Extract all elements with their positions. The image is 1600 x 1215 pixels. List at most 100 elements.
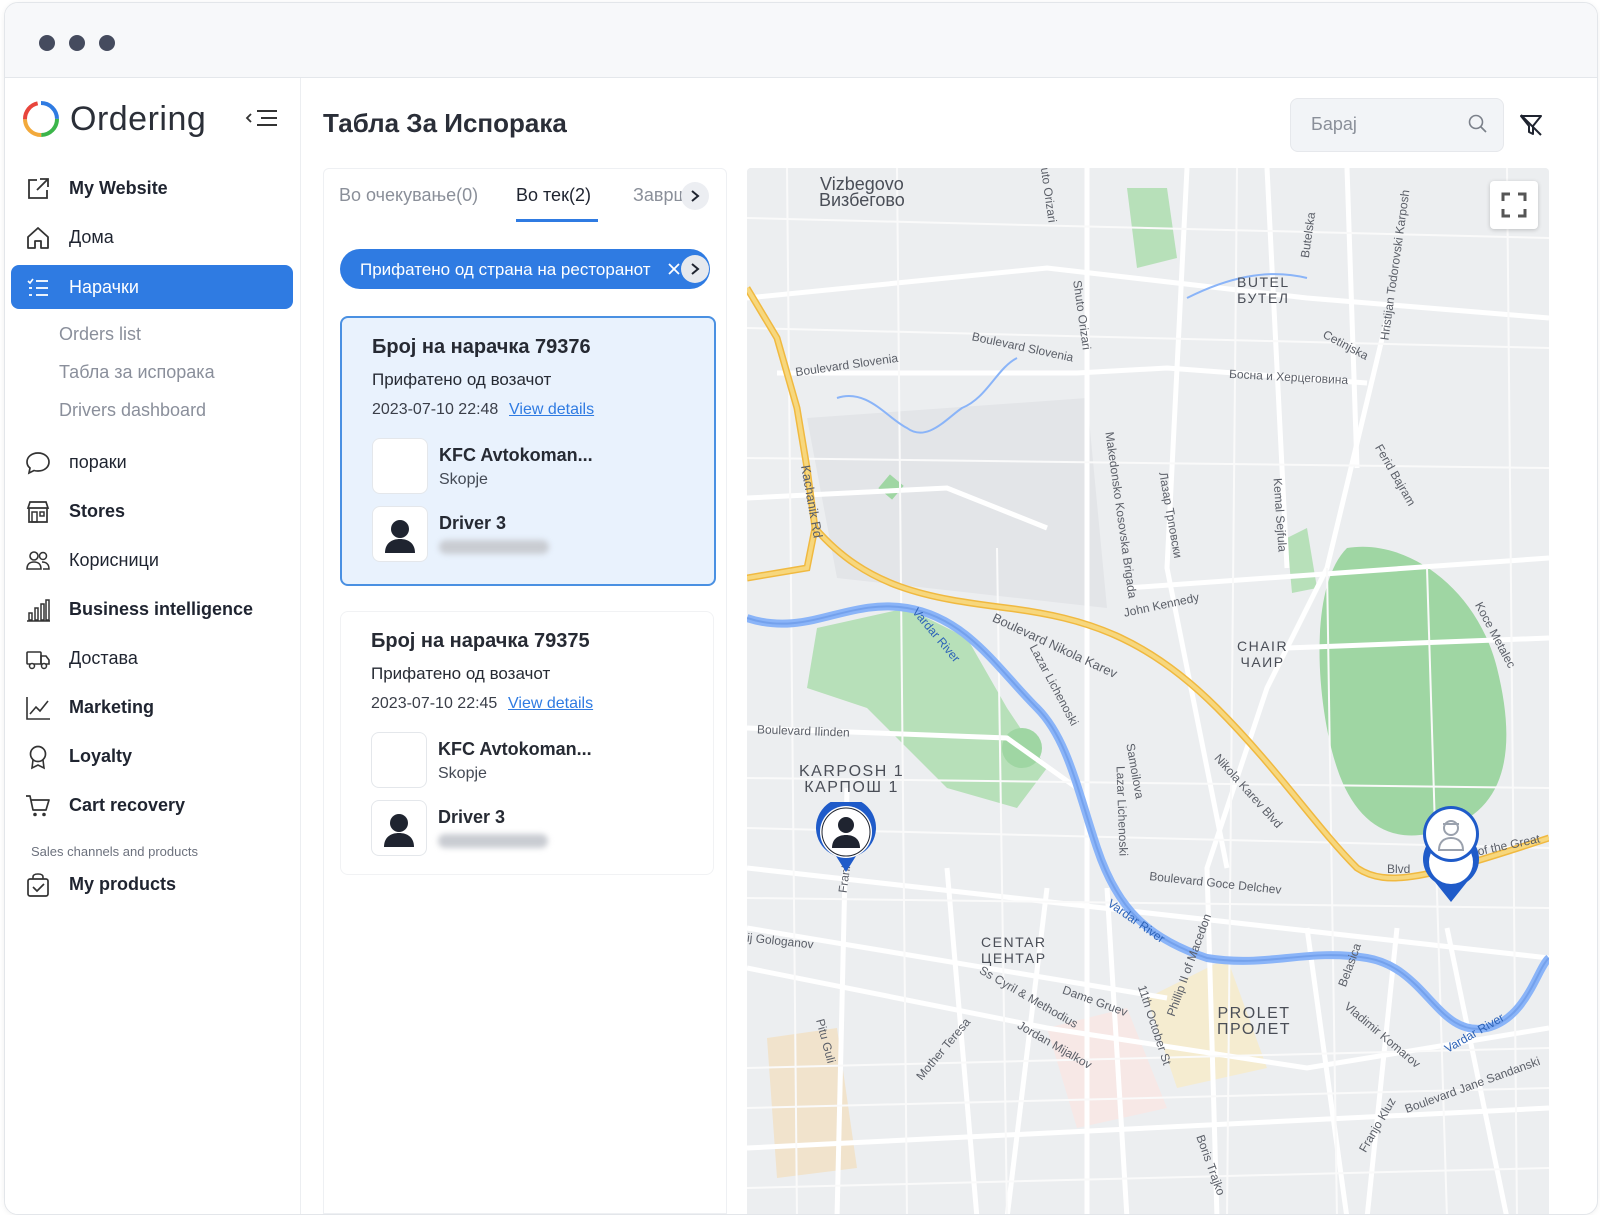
collapse-sidebar-button[interactable] [245, 106, 281, 130]
page-title: Табла За Испорака [323, 108, 567, 138]
store-logo [372, 438, 428, 494]
map-district-label: CENTAR ЦЕНТАР [981, 934, 1047, 966]
driver-name: Driver 3 [439, 513, 507, 533]
filter-chip-label: Прифатено од страна на ресторанот [360, 260, 651, 279]
cart-icon [26, 795, 50, 817]
driver-avatar [371, 800, 427, 856]
driver-avatar [372, 506, 428, 562]
sidebar-item-label: Marketing [69, 696, 155, 717]
store-city: Skopje [439, 471, 488, 488]
bag-check-icon [27, 873, 49, 897]
order-status: Прифатено од возачот [372, 370, 552, 389]
sidebar-item-home[interactable]: Дома [11, 215, 293, 259]
search-box[interactable] [1290, 98, 1504, 152]
map-district-label: CHAIR ЧАИР [1237, 638, 1289, 670]
sidebar-item-my-website[interactable]: My Website [11, 166, 293, 210]
sidebar-item-marketing[interactable]: Marketing [11, 685, 293, 729]
delivery-map[interactable]: Vizbegovo Визбегово BUTEL БУТЕЛ CHAIR ЧАИР … [747, 168, 1549, 1214]
sidebar-item-label: Loyalty [69, 745, 133, 766]
store-name: KFC Avtokoman... [439, 445, 593, 465]
search-input[interactable] [1309, 113, 1463, 136]
view-details-link[interactable]: View details [509, 401, 594, 419]
order-date: 2023-07-10 22:45 [371, 695, 498, 712]
close-icon[interactable] [667, 262, 681, 276]
sidebar: Ordering My Website Дома Нарачки Orders … [5, 78, 301, 1214]
tab-completed[interactable]: Заврш [633, 185, 685, 206]
orders-panel: Во очекување(0) Во тек(2) Заврш Прифатен… [323, 168, 727, 1214]
tab-in-progress[interactable]: Во тек(2) [516, 185, 591, 206]
tab-pending[interactable]: Во очекување(0) [339, 185, 478, 206]
sidebar-item-label: Stores [69, 500, 126, 521]
sidebar-subitem-orders-list[interactable]: Orders list [59, 324, 141, 345]
order-number: Број на нарачка 79375 [371, 630, 590, 652]
chat-bubble-icon [26, 452, 50, 475]
store-logo [371, 732, 427, 788]
sidebar-item-label: Дома [69, 226, 114, 247]
tab-active-indicator [516, 219, 598, 222]
store-city: Skopje [438, 765, 487, 782]
order-date: 2023-07-10 22:48 [372, 401, 499, 418]
map-street-label: Blvd [1387, 862, 1411, 876]
sidebar-item-label: пораки [69, 451, 127, 472]
chevron-right-icon [691, 263, 700, 275]
store-name: KFC Avtokoman... [438, 739, 592, 759]
window-dot-icon[interactable] [39, 35, 55, 51]
ordering-logo-icon [23, 101, 59, 137]
window-dot-icon[interactable] [99, 35, 115, 51]
truck-icon [26, 651, 50, 670]
tabs-scroll-right-button[interactable] [681, 182, 709, 210]
window-dot-icon[interactable] [69, 35, 85, 51]
sidebar-item-delivery[interactable]: Достава [11, 636, 293, 680]
map-fullscreen-button[interactable] [1490, 181, 1538, 229]
clear-filter-button[interactable] [1518, 112, 1544, 143]
sidebar-item-orders[interactable]: Нарачки [11, 265, 293, 309]
map-district-label: Vizbegovo Визбегово [819, 174, 905, 210]
sidebar-subitem-delivery-board[interactable]: Табла за испорака [59, 362, 215, 383]
order-card[interactable]: Број на нарачка 79375 Прифатено од возач… [340, 611, 714, 875]
home-icon [27, 227, 49, 249]
sidebar-item-users[interactable]: Корисници [11, 538, 293, 582]
sidebar-item-label: Cart recovery [69, 794, 186, 815]
sidebar-item-label: My Website [69, 177, 168, 198]
sidebar-item-stores[interactable]: Stores [11, 489, 293, 533]
chips-scroll-right-button[interactable] [681, 255, 709, 283]
app-name: Ordering [70, 99, 207, 138]
app-window: Ordering My Website Дома Нарачки Orders … [4, 2, 1598, 1215]
sidebar-item-label: Нарачки [69, 276, 139, 297]
chevron-right-icon [691, 190, 700, 202]
award-icon [29, 745, 47, 770]
list-icon [27, 278, 48, 296]
driver-phone-redacted [438, 834, 548, 848]
map-district-label: BUTEL БУТЕЛ [1237, 274, 1290, 306]
sidebar-item-messages[interactable]: пораки [11, 440, 293, 484]
app-logo[interactable]: Ordering [21, 96, 206, 142]
view-details-link[interactable]: View details [508, 695, 593, 713]
section-label: Sales channels and products [31, 844, 198, 859]
sidebar-item-my-products[interactable]: My products [11, 862, 293, 906]
sidebar-item-cart-recovery[interactable]: Cart recovery [11, 783, 293, 827]
sidebar-item-label: Business intelligence [69, 598, 254, 619]
sidebar-item-loyalty[interactable]: Loyalty [11, 734, 293, 778]
order-status: Прифатено од возачот [371, 664, 551, 683]
user-avatar-icon [384, 814, 414, 847]
order-number: Број на нарачка 79376 [372, 336, 591, 358]
user-avatar-icon [385, 520, 415, 553]
fullscreen-icon [1501, 192, 1527, 218]
menu-collapse-icon [245, 110, 277, 126]
map-canvas [747, 168, 1549, 1214]
driver-pin-icon [1423, 806, 1479, 902]
window-titlebar [5, 3, 1597, 78]
main-content: Табла За Испорака Во очекување(0) Во тек… [301, 78, 1597, 1214]
user-pin-icon [816, 802, 876, 872]
status-filter-chip[interactable]: Прифатено од страна на ресторанот [340, 249, 710, 289]
sidebar-item-business-intelligence[interactable]: Business intelligence [11, 587, 293, 631]
external-link-icon [28, 178, 49, 199]
search-icon[interactable] [1467, 113, 1489, 135]
map-district-label: KARPOSH 1 КАРПОШ 1 [799, 763, 905, 796]
driver-name: Driver 3 [438, 807, 506, 827]
store-icon [26, 501, 50, 523]
sidebar-subitem-drivers-dashboard[interactable]: Drivers dashboard [59, 400, 206, 421]
bar-chart-icon [27, 599, 50, 622]
order-card[interactable]: Број на нарачка 79376 Прифатено од возач… [340, 316, 716, 586]
users-icon [26, 551, 50, 570]
